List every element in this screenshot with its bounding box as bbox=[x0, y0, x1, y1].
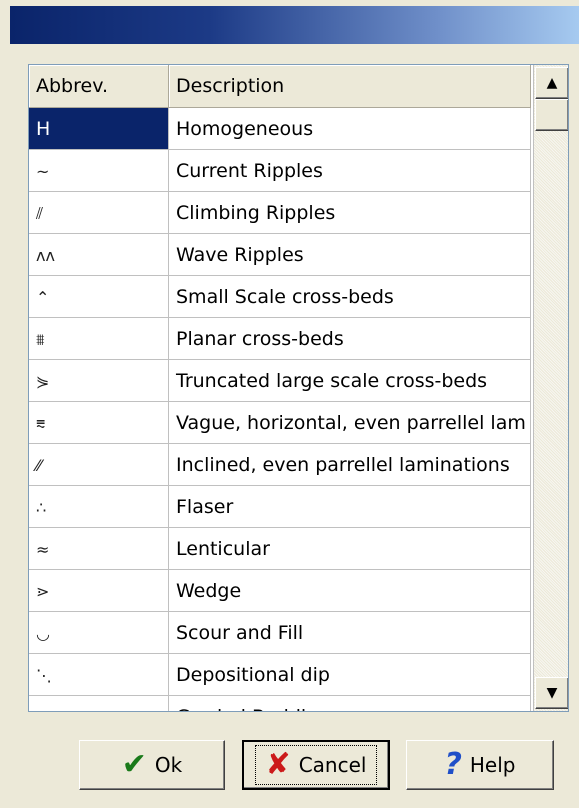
x-icon: ✘ bbox=[265, 747, 291, 782]
table-row[interactable]: ⩩ Planar cross-beds bbox=[29, 317, 531, 360]
description-cell[interactable]: Wedge bbox=[168, 569, 531, 612]
description-cell[interactable]: Graded Bedding bbox=[168, 695, 531, 711]
description-cell[interactable]: Flaser bbox=[168, 485, 531, 528]
planar-cross-beds-icon: ⩩ bbox=[36, 329, 45, 349]
current-ripples-icon: ~ bbox=[36, 161, 50, 181]
wedge-icon: ⋗ bbox=[36, 581, 50, 601]
abbrev-cell[interactable]: ~ bbox=[29, 149, 169, 192]
abbrev-cell[interactable]: ∴ bbox=[29, 485, 169, 528]
description-cell[interactable]: Planar cross-beds bbox=[168, 317, 531, 360]
inclined-lamination-icon: ⁄⁄ bbox=[36, 455, 42, 475]
description-cell[interactable]: Wave Ripples bbox=[168, 233, 531, 276]
header-row: Abbrev. Description bbox=[29, 65, 531, 108]
horizontal-lamination-icon: ⩳ bbox=[36, 413, 46, 433]
abbrev-cell[interactable]: ⋗ bbox=[29, 569, 169, 612]
table-row[interactable]: H Homogeneous bbox=[29, 107, 531, 150]
help-button-label: Help bbox=[469, 753, 516, 777]
flaser-icon: ∴ bbox=[36, 497, 47, 517]
table-row[interactable]: ⋟ Truncated large scale cross-beds bbox=[29, 359, 531, 402]
table-row[interactable]: ~ Current Ripples bbox=[29, 149, 531, 192]
table-row[interactable]: ⫽ Climbing Ripples bbox=[29, 191, 531, 234]
abbrev-cell[interactable]: ɕз bbox=[29, 695, 169, 712]
description-cell[interactable]: Climbing Ripples bbox=[168, 191, 531, 234]
abbrev-cell[interactable]: ≈ bbox=[29, 527, 169, 570]
column-header-abbrev[interactable]: Abbrev. bbox=[29, 65, 169, 108]
cancel-button-label: Cancel bbox=[298, 753, 367, 777]
description-cell[interactable]: Lenticular bbox=[168, 527, 531, 570]
graded-bedding-icon: ɕз bbox=[36, 708, 53, 712]
description-cell[interactable]: Scour and Fill bbox=[168, 611, 531, 654]
question-icon: ? bbox=[444, 747, 462, 782]
table-row[interactable]: ʌʌ Wave Ripples bbox=[29, 233, 531, 276]
ok-button[interactable]: ✔ Ok bbox=[79, 740, 225, 790]
description-cell[interactable]: Small Scale cross-beds bbox=[168, 275, 531, 318]
abbrev-text: H bbox=[36, 117, 51, 140]
table-row[interactable]: ≈ Lenticular bbox=[29, 527, 531, 570]
abbrev-cell[interactable]: ⩩ bbox=[29, 317, 169, 360]
scroll-down-arrow-icon[interactable]: ▼ bbox=[535, 677, 568, 709]
depositional-dip-icon: ⋱ bbox=[36, 665, 52, 685]
table-row[interactable]: ⋗ Wedge bbox=[29, 569, 531, 612]
abbrev-cell[interactable]: ⫽ bbox=[29, 191, 169, 234]
vertical-scrollbar[interactable]: ▲ ▼ bbox=[533, 65, 568, 711]
description-cell[interactable]: Truncated large scale cross-beds bbox=[168, 359, 531, 402]
abbrev-cell[interactable]: ⌃ bbox=[29, 275, 169, 318]
table-row[interactable]: ◡ Scour and Fill bbox=[29, 611, 531, 654]
grid-table: Abbrev. Description H Homogeneous ~ Current… bbox=[29, 65, 531, 712]
table-row[interactable]: ⩳ Vague, horizontal, even parrellel lam bbox=[29, 401, 531, 444]
abbrev-cell[interactable]: ʌʌ bbox=[29, 233, 169, 276]
scour-and-fill-icon: ◡ bbox=[36, 623, 50, 643]
description-cell[interactable]: Depositional dip bbox=[168, 653, 531, 696]
small-scale-cross-beds-icon: ⌃ bbox=[36, 287, 50, 307]
table-row[interactable]: ∴ Flaser bbox=[29, 485, 531, 528]
wave-ripples-icon: ʌʌ bbox=[36, 245, 55, 265]
help-button[interactable]: ? Help bbox=[406, 740, 554, 790]
abbrev-cell[interactable]: ⋱ bbox=[29, 653, 169, 696]
description-cell[interactable]: Vague, horizontal, even parrellel lam bbox=[168, 401, 531, 444]
abbrev-cell[interactable]: ◡ bbox=[29, 611, 169, 654]
description-cell[interactable]: Current Ripples bbox=[168, 149, 531, 192]
scroll-thumb[interactable] bbox=[535, 99, 568, 131]
ok-button-label: Ok bbox=[154, 753, 183, 777]
table-row[interactable]: ɕз Graded Bedding bbox=[29, 695, 531, 712]
description-cell[interactable]: Inclined, even parrellel laminations bbox=[168, 443, 531, 486]
check-icon: ✔ bbox=[121, 747, 147, 782]
abbrev-cell[interactable]: H bbox=[29, 107, 169, 150]
cancel-button[interactable]: ✘ Cancel bbox=[242, 740, 390, 790]
table-row[interactable]: ⁄⁄ Inclined, even parrellel laminations bbox=[29, 443, 531, 486]
dialog-title-bar[interactable] bbox=[10, 6, 579, 44]
lenticular-icon: ≈ bbox=[36, 539, 50, 559]
grid-body: H Homogeneous ~ Current Ripples ⫽ Climbing Ri… bbox=[29, 107, 531, 712]
description-cell[interactable]: Homogeneous bbox=[168, 107, 531, 150]
column-header-description[interactable]: Description bbox=[168, 65, 531, 108]
table-row[interactable]: ⋱ Depositional dip bbox=[29, 653, 531, 696]
abbrev-cell[interactable]: ⩳ bbox=[29, 401, 169, 444]
scroll-up-arrow-icon[interactable]: ▲ bbox=[535, 67, 568, 99]
cancel-focus-rect: ✘ Cancel bbox=[254, 745, 378, 785]
table-row[interactable]: ⌃ Small Scale cross-beds bbox=[29, 275, 531, 318]
bedding-structure-grid: Abbrev. Description H Homogeneous ~ Current… bbox=[28, 64, 569, 712]
climbing-ripples-icon: ⫽ bbox=[36, 203, 44, 223]
truncated-cross-beds-icon: ⋟ bbox=[36, 371, 50, 391]
abbrev-cell[interactable]: ⁄⁄ bbox=[29, 443, 169, 486]
abbrev-cell[interactable]: ⋟ bbox=[29, 359, 169, 402]
